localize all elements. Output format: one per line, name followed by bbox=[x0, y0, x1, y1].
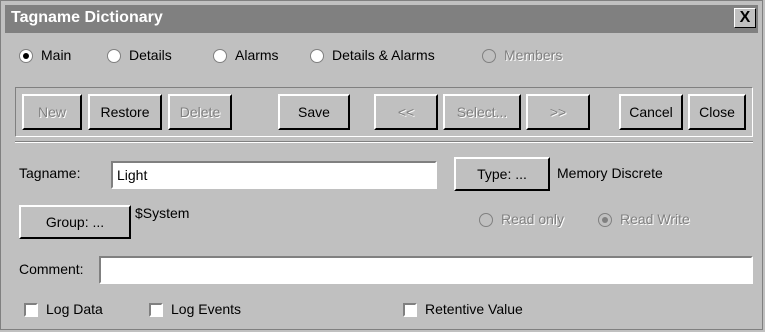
close-window-button[interactable]: X bbox=[734, 8, 756, 28]
radio-details-alarms[interactable]: Details & Alarms bbox=[310, 47, 470, 71]
delete-button: Delete bbox=[168, 94, 232, 130]
comment-label: Comment: bbox=[19, 261, 84, 277]
retentive-value-label: Retentive Value bbox=[425, 301, 523, 317]
title-bar[interactable]: Tagname Dictionary X bbox=[5, 5, 758, 33]
type-value: Memory Discrete bbox=[557, 165, 663, 181]
read-write-label: Read Write bbox=[620, 211, 690, 227]
save-button[interactable]: Save bbox=[278, 94, 350, 130]
checkbox-unchecked-icon bbox=[149, 303, 163, 317]
new-button: New bbox=[22, 94, 82, 130]
log-events-checkbox[interactable]: Log Events bbox=[149, 301, 269, 321]
checkbox-unchecked-icon bbox=[403, 303, 417, 317]
radio-alarms[interactable]: Alarms bbox=[213, 47, 303, 71]
select-button: Select... bbox=[443, 94, 521, 130]
previous-button: << bbox=[374, 94, 438, 130]
retentive-value-checkbox[interactable]: Retentive Value bbox=[403, 301, 563, 321]
radio-details-alarms-label: Details & Alarms bbox=[332, 47, 435, 63]
log-data-label: Log Data bbox=[46, 301, 103, 317]
tagname-dictionary-window: Tagname Dictionary X Main Details Alarms… bbox=[0, 0, 763, 330]
radio-members: Members bbox=[482, 47, 592, 71]
group-value: $System bbox=[135, 205, 190, 221]
radio-main[interactable]: Main bbox=[19, 47, 99, 71]
radio-details-label: Details bbox=[129, 47, 172, 63]
toolbar: New Restore Delete Save << Select... >> … bbox=[15, 87, 753, 137]
group-button[interactable]: Group: ... bbox=[19, 205, 131, 239]
read-write-radio: Read Write bbox=[598, 211, 724, 235]
next-button: >> bbox=[526, 94, 590, 130]
radio-unchecked-icon bbox=[213, 49, 227, 63]
window-title: Tagname Dictionary bbox=[11, 9, 163, 26]
radio-checked-icon bbox=[19, 49, 33, 63]
radio-unchecked-icon bbox=[107, 49, 121, 63]
tagname-label: Tagname: bbox=[19, 165, 81, 181]
radio-main-label: Main bbox=[41, 47, 72, 63]
radio-unchecked-icon bbox=[310, 49, 324, 63]
read-only-radio: Read only bbox=[479, 211, 589, 235]
log-data-checkbox[interactable]: Log Data bbox=[24, 301, 124, 321]
radio-details[interactable]: Details bbox=[107, 47, 199, 71]
close-button[interactable]: Close bbox=[688, 94, 746, 130]
close-icon: X bbox=[739, 9, 751, 26]
radio-alarms-label: Alarms bbox=[235, 47, 279, 63]
log-events-label: Log Events bbox=[171, 301, 242, 317]
checkbox-unchecked-icon bbox=[24, 303, 38, 317]
radio-disabled-checked-icon bbox=[598, 213, 612, 227]
radio-disabled-icon bbox=[479, 213, 493, 227]
radio-members-label: Members bbox=[504, 47, 563, 63]
divider bbox=[15, 141, 753, 143]
radio-disabled-icon bbox=[482, 49, 496, 63]
type-button[interactable]: Type: ... bbox=[454, 157, 550, 191]
tagname-field[interactable]: Light bbox=[111, 161, 437, 189]
restore-button[interactable]: Restore bbox=[88, 94, 162, 130]
cancel-button[interactable]: Cancel bbox=[619, 94, 683, 130]
read-only-label: Read only bbox=[501, 211, 565, 227]
comment-field[interactable] bbox=[99, 256, 753, 284]
